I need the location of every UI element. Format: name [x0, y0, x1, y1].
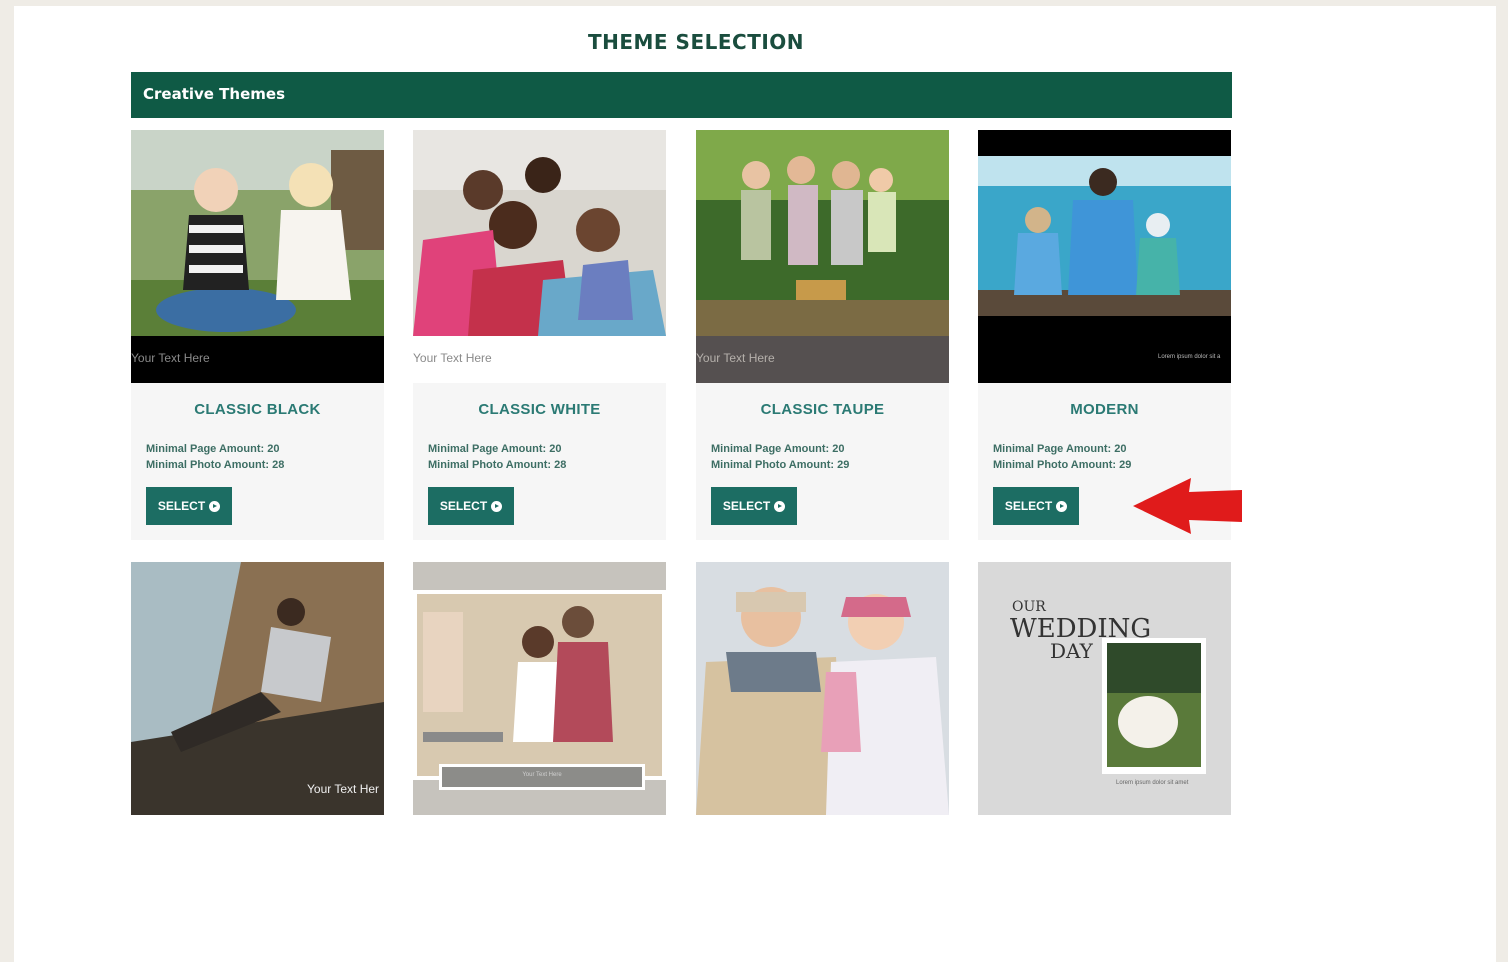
min-page-amount: Minimal Page Amount: 20: [993, 443, 1127, 455]
select-button[interactable]: SELECT: [428, 487, 514, 525]
theme-preview-image[interactable]: Your Text Here: [131, 130, 384, 383]
min-photo-amount: Minimal Photo Amount: 28: [146, 459, 285, 471]
theme-card-classic-taupe: Your Text Here CLASSIC TAUPE Minimal Pag…: [696, 130, 949, 540]
select-label: SELECT: [439, 499, 488, 513]
arrow-right-circle-icon: [1056, 500, 1068, 512]
red-pointer-arrow-icon: [1133, 478, 1242, 534]
theme-preview-image[interactable]: [696, 562, 949, 815]
theme-name: CLASSIC TAUPE: [760, 401, 885, 418]
preview-caption-strip: Your Text Here: [696, 336, 949, 383]
theme-name: CLASSIC BLACK: [194, 401, 321, 418]
wedding-title: OUR WEDDING DAY: [1010, 596, 1152, 662]
section-header: Creative Themes: [131, 72, 1232, 118]
theme-name: MODERN: [1070, 401, 1139, 418]
preview-caption-strip: Your Text Here: [131, 336, 384, 383]
preview-caption: Lorem ipsum dolor sit a: [1158, 354, 1221, 360]
preview-caption: Lorem ipsum dolor sit amet: [1116, 780, 1189, 786]
wedding-title-line2: WEDDING: [1010, 614, 1152, 644]
theme-card-row2-3: [696, 562, 949, 815]
min-photo-amount: Minimal Photo Amount: 29: [711, 459, 850, 471]
min-photo-amount: Minimal Photo Amount: 28: [428, 459, 567, 471]
min-photo-amount: Minimal Photo Amount: 29: [993, 459, 1132, 471]
preview-caption-strip: Your Text Here: [413, 336, 666, 383]
theme-card-classic-black: Your Text Here CLASSIC BLACK Minimal Pag…: [131, 130, 384, 540]
preview-caption: Your Text Here: [696, 351, 775, 365]
theme-preview-image[interactable]: Your Text Here: [696, 130, 949, 383]
select-label: SELECT: [722, 499, 771, 513]
theme-specs: Minimal Page Amount: 20 Minimal Photo Am…: [428, 441, 566, 473]
preview-caption: Your Text Here: [413, 351, 492, 365]
theme-card-row2-2: Your Text Here: [413, 562, 666, 815]
min-page-amount: Minimal Page Amount: 20: [146, 443, 280, 455]
preview-caption-box: Your Text Here: [439, 764, 645, 790]
preview-caption: Your Text Here: [131, 351, 210, 365]
theme-specs: Minimal Page Amount: 20 Minimal Photo Am…: [711, 441, 849, 473]
page-title: THEME SELECTION: [587, 30, 805, 54]
select-label: SELECT: [157, 499, 206, 513]
select-button[interactable]: SELECT: [146, 487, 232, 525]
min-page-amount: Minimal Page Amount: 20: [428, 443, 562, 455]
theme-card-row2-4: OUR WEDDING DAY Lorem ipsum dolor sit am…: [978, 562, 1231, 815]
arrow-right-circle-icon: [774, 500, 786, 512]
theme-preview-image[interactable]: Your Text Here: [413, 130, 666, 383]
theme-preview-image[interactable]: Your Text Her: [131, 562, 384, 815]
preview-caption: Your Text Here: [522, 772, 562, 778]
select-button[interactable]: SELECT: [711, 487, 797, 525]
arrow-right-circle-icon: [491, 500, 503, 512]
theme-preview-image[interactable]: OUR WEDDING DAY Lorem ipsum dolor sit am…: [978, 562, 1231, 815]
theme-info: CLASSIC TAUPE Minimal Page Amount: 20 Mi…: [696, 383, 949, 540]
theme-specs: Minimal Page Amount: 20 Minimal Photo Am…: [993, 441, 1131, 473]
preview-caption-strip: Lorem ipsum dolor sit a: [978, 336, 1231, 383]
theme-info: CLASSIC BLACK Minimal Page Amount: 20 Mi…: [131, 383, 384, 540]
theme-card-row2-1: Your Text Her: [131, 562, 384, 815]
theme-name: CLASSIC WHITE: [478, 401, 601, 418]
theme-info: CLASSIC WHITE Minimal Page Amount: 20 Mi…: [413, 383, 666, 540]
theme-card-classic-white: Your Text Here CLASSIC WHITE Minimal Pag…: [413, 130, 666, 540]
theme-preview-image[interactable]: Your Text Here: [413, 562, 666, 815]
preview-caption: Your Text Her: [307, 782, 380, 796]
theme-preview-image[interactable]: Lorem ipsum dolor sit a: [978, 130, 1231, 383]
section-title: Creative Themes: [143, 85, 286, 103]
theme-specs: Minimal Page Amount: 20 Minimal Photo Am…: [146, 441, 284, 473]
min-page-amount: Minimal Page Amount: 20: [711, 443, 845, 455]
arrow-right-circle-icon: [209, 500, 221, 512]
select-button[interactable]: SELECT: [993, 487, 1079, 525]
page-sheet: THEME SELECTION Creative Themes Your Tex…: [14, 6, 1496, 962]
select-label: SELECT: [1004, 499, 1053, 513]
